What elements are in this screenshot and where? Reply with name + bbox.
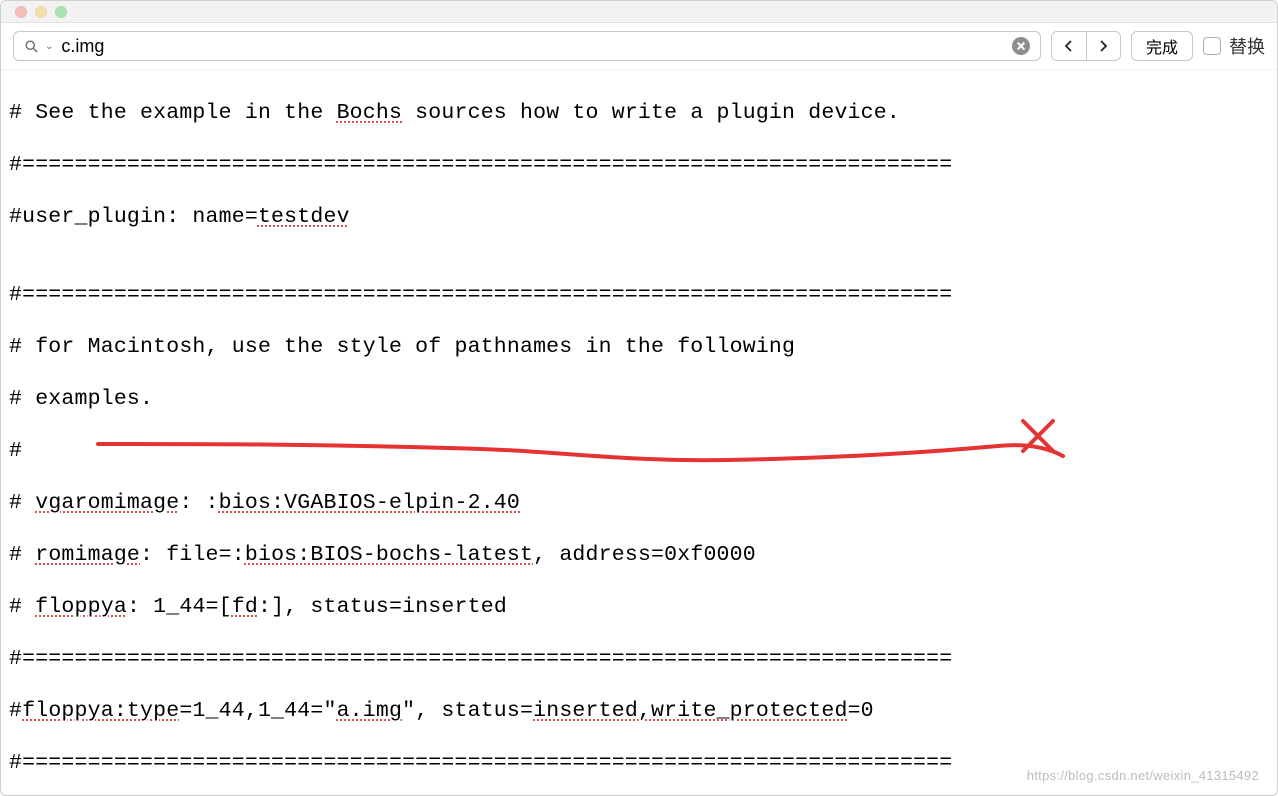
editor-line: #=======================================… <box>9 646 1269 672</box>
editor-line: # See the example in the Bochs sources h… <box>9 100 1269 126</box>
editor-line: # vgaromimage: :bios:VGABIOS-elpin-2.40 <box>9 490 1269 516</box>
search-nav-group <box>1051 31 1121 61</box>
editor-line: # examples. <box>9 386 1269 412</box>
find-previous-button[interactable] <box>1052 32 1086 60</box>
replace-checkbox[interactable] <box>1203 37 1221 55</box>
editor-line: #=======================================… <box>9 282 1269 308</box>
editor-line: # floppya: 1_44=[fd:], status=inserted <box>9 594 1269 620</box>
search-icon <box>24 39 39 54</box>
done-button[interactable]: 完成 <box>1131 31 1193 61</box>
close-window-button[interactable] <box>15 6 27 18</box>
search-bar: ⌄ 完成 替换 <box>1 23 1277 70</box>
search-field[interactable]: ⌄ <box>13 31 1041 61</box>
watermark: https://blog.csdn.net/weixin_41315492 <box>1027 763 1259 789</box>
titlebar <box>1 1 1277 23</box>
editor-window: ⌄ 完成 替换 <box>0 0 1278 796</box>
search-input[interactable] <box>61 36 1012 57</box>
editor-line: #floppya:type=1_44,1_44="a.img", status=… <box>9 698 1269 724</box>
replace-label: 替换 <box>1229 33 1265 59</box>
editor-line: #user_plugin: name=testdev <box>9 204 1269 230</box>
editor-line: # <box>9 438 1269 464</box>
search-options-caret[interactable]: ⌄ <box>45 41 53 52</box>
editor-line: #=======================================… <box>9 152 1269 178</box>
clear-search-button[interactable] <box>1012 37 1030 55</box>
editor-line: # romimage: file=:bios:BIOS-bochs-latest… <box>9 542 1269 568</box>
minimize-window-button[interactable] <box>35 6 47 18</box>
editor-line: # for Macintosh, use the style of pathna… <box>9 334 1269 360</box>
zoom-window-button[interactable] <box>55 6 67 18</box>
text-editor[interactable]: # See the example in the Bochs sources h… <box>1 70 1277 795</box>
find-next-button[interactable] <box>1086 32 1120 60</box>
replace-toggle-group: 替换 <box>1203 33 1265 59</box>
